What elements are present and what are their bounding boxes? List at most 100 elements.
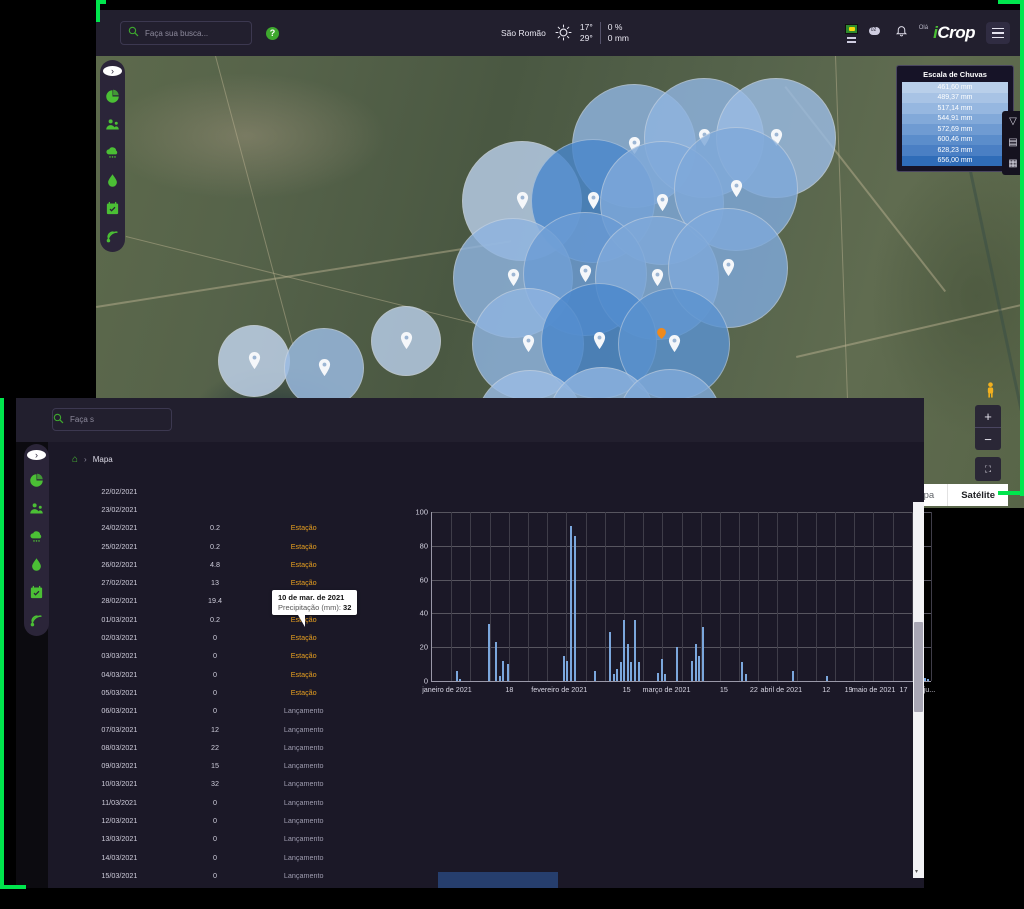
chart-bar[interactable] xyxy=(630,662,632,681)
bell-icon[interactable] xyxy=(895,24,908,43)
table-row[interactable]: 26/02/20214.8Estação xyxy=(68,555,348,573)
table-row[interactable]: 14/03/20210Lançamento xyxy=(68,848,348,866)
table-row[interactable]: 25/02/20210.2Estação xyxy=(68,537,348,555)
search-box[interactable]: Faça sua busca... xyxy=(120,21,252,45)
sidebar-item-dashboard[interactable] xyxy=(29,473,44,488)
chart-bar[interactable] xyxy=(698,656,700,681)
map-pin-icon[interactable] xyxy=(318,359,331,376)
calendar-icon[interactable]: ▤ xyxy=(1008,138,1017,148)
sidebar-item-irrigation[interactable] xyxy=(29,557,44,572)
chart-bar[interactable] xyxy=(563,656,565,681)
map-pin-icon[interactable] xyxy=(668,335,681,352)
table-row[interactable]: 24/02/20210.2Estação xyxy=(68,519,348,537)
chart-bar[interactable] xyxy=(623,620,625,681)
chart-bar[interactable] xyxy=(702,627,704,681)
chart-bar[interactable] xyxy=(574,536,576,681)
sidebar-item-dashboard[interactable] xyxy=(105,89,120,104)
scroll-down-arrow[interactable]: ▾ xyxy=(915,868,918,875)
zoom-out-button[interactable]: − xyxy=(975,428,1001,450)
chart-bar[interactable] xyxy=(657,673,659,681)
chart-bar[interactable] xyxy=(456,671,458,681)
chart-bar[interactable] xyxy=(676,647,678,681)
sidebar-item-calendar[interactable] xyxy=(29,585,44,600)
chart-bar[interactable] xyxy=(695,644,697,681)
chart-bar[interactable] xyxy=(499,676,501,681)
chart-bar[interactable] xyxy=(502,661,504,681)
map-pin-icon[interactable] xyxy=(587,192,600,209)
street-view-pegman-icon[interactable] xyxy=(985,382,996,398)
table-row[interactable]: 08/03/202122Lançamento xyxy=(68,738,348,756)
map-pin-icon[interactable] xyxy=(656,194,669,211)
chart-bar[interactable] xyxy=(620,662,622,681)
chart-bar[interactable] xyxy=(459,679,461,681)
table-row[interactable]: 12/03/20210Lançamento xyxy=(68,811,348,829)
home-icon[interactable]: ⌂ xyxy=(72,454,78,465)
map-pin-icon[interactable] xyxy=(593,332,606,349)
precipitation-chart[interactable]: 020406080100janeiro de 202118fevereiro d… xyxy=(391,512,939,682)
chart-bar[interactable] xyxy=(927,679,929,681)
sidebar-item-fields[interactable] xyxy=(105,117,120,132)
map-type-satelite[interactable]: Satélite xyxy=(947,484,1008,506)
map-pin-icon[interactable] xyxy=(507,269,520,286)
zoom-in-button[interactable]: + xyxy=(975,405,1001,427)
fullscreen-button[interactable]: ⛶ xyxy=(975,457,1001,481)
table-row[interactable]: 02/03/20210Estação xyxy=(68,628,348,646)
language-flag-button[interactable] xyxy=(845,24,858,43)
chart-bar[interactable] xyxy=(826,676,828,681)
data-search-placeholder[interactable]: Faça s xyxy=(70,415,94,424)
chart-bar[interactable] xyxy=(570,526,572,681)
sidebar-item-monitoring[interactable] xyxy=(29,613,44,628)
chart-bar[interactable] xyxy=(616,669,618,681)
sidebar-item-calendar[interactable] xyxy=(105,201,120,216)
map-pin-icon[interactable] xyxy=(651,269,664,286)
layers-icon[interactable]: ▦ xyxy=(1008,159,1017,169)
map-pin-icon[interactable] xyxy=(516,192,529,209)
filter-icon[interactable]: ▽ xyxy=(1009,117,1017,127)
data-search-box[interactable]: Faça s xyxy=(52,408,172,431)
search-input-placeholder[interactable]: Faça sua busca... xyxy=(145,29,208,38)
table-row[interactable]: 09/03/202115Lançamento xyxy=(68,756,348,774)
table-row[interactable]: 04/03/20210Estação xyxy=(68,665,348,683)
map-pin-icon[interactable] xyxy=(248,352,261,369)
chart-bar[interactable] xyxy=(613,674,615,681)
chart-bar[interactable] xyxy=(495,642,497,681)
sidebar-item-fields[interactable] xyxy=(29,501,44,516)
table-row[interactable]: 13/03/20210Lançamento xyxy=(68,830,348,848)
table-row[interactable]: 07/03/202112Lançamento xyxy=(68,720,348,738)
chart-bar[interactable] xyxy=(507,664,509,681)
vertical-scrollbar[interactable]: ▾ xyxy=(913,502,924,878)
chart-bar[interactable] xyxy=(638,662,640,681)
sidebar-expand-button[interactable]: › xyxy=(103,66,122,76)
map-pin-icon[interactable] xyxy=(579,265,592,282)
table-row[interactable]: 03/03/20210Estação xyxy=(68,647,348,665)
chart-bar[interactable] xyxy=(792,671,794,681)
table-row[interactable]: 06/03/20210Lançamento xyxy=(68,702,348,720)
breadcrumb-page[interactable]: Mapa xyxy=(93,455,113,464)
table-row[interactable]: 15/03/20210Lançamento xyxy=(68,866,348,884)
sidebar-item-irrigation[interactable] xyxy=(105,173,120,188)
chart-bar[interactable] xyxy=(594,671,596,681)
sidebar-item-rainfall[interactable] xyxy=(105,145,120,160)
map-pin-icon[interactable] xyxy=(722,259,735,276)
menu-button[interactable] xyxy=(986,22,1010,44)
messages-button[interactable]: 02 xyxy=(869,27,884,40)
table-row[interactable]: 22/02/2021 xyxy=(68,482,348,500)
chart-bar[interactable] xyxy=(488,624,490,681)
chart-bar[interactable] xyxy=(609,632,611,681)
chart-bar[interactable] xyxy=(691,661,693,681)
chart-bar[interactable] xyxy=(661,659,663,681)
chart-bar[interactable] xyxy=(634,620,636,681)
map-pin-icon[interactable] xyxy=(400,332,413,349)
table-row[interactable]: 10/03/202132Lançamento xyxy=(68,775,348,793)
chart-plot-area[interactable]: 020406080100janeiro de 202118fevereiro d… xyxy=(431,512,931,682)
chart-bar[interactable] xyxy=(745,674,747,681)
table-row[interactable]: 23/02/2021 xyxy=(68,500,348,518)
help-icon[interactable]: ? xyxy=(266,27,279,40)
chart-bar[interactable] xyxy=(566,661,568,681)
scrollbar-thumb[interactable] xyxy=(914,622,923,712)
chart-bar[interactable] xyxy=(741,662,743,681)
map-pin-icon[interactable] xyxy=(730,180,743,197)
sidebar-item-monitoring[interactable] xyxy=(105,229,120,244)
table-row[interactable]: 05/03/20210Estação xyxy=(68,683,348,701)
sidebar-expand-button[interactable]: › xyxy=(27,450,46,460)
